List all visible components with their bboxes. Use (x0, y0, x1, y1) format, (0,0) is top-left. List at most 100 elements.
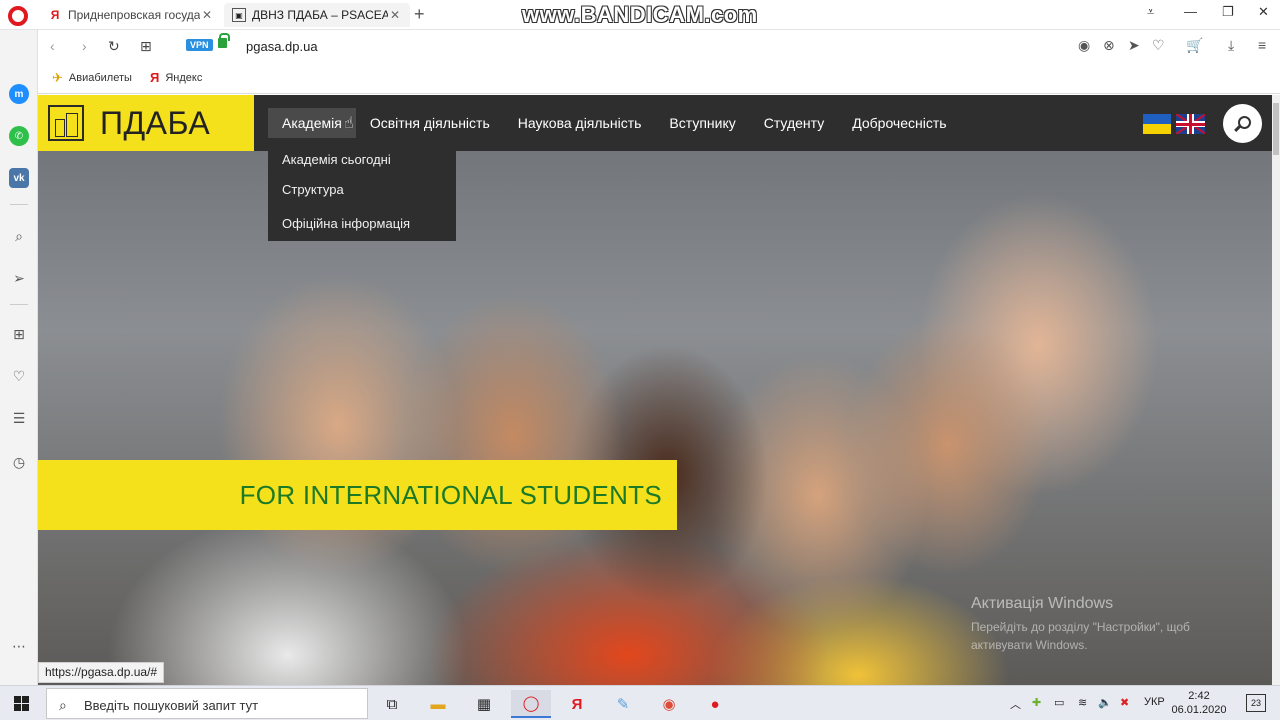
search-placeholder: Введіть пошуковий запит тут (84, 698, 259, 713)
task-view-icon[interactable]: ⧉ (372, 690, 412, 718)
wifi-icon[interactable]: ≋ (1078, 696, 1087, 709)
taskbar-search-input[interactable]: ⌕ Введіть пошуковий запит тут (46, 688, 368, 719)
cart-icon[interactable]: 🛒 (1186, 37, 1203, 54)
forward-icon[interactable]: › (82, 38, 87, 54)
windows-activation-title: Активація Windows (971, 595, 1114, 612)
sidebar-divider (10, 304, 28, 305)
bookmark-label: Яндекс (165, 71, 203, 84)
page-scrollbar[interactable] (1272, 95, 1280, 685)
uk-flag-icon[interactable] (1176, 114, 1205, 134)
send-icon[interactable]: ➢ (9, 268, 29, 288)
vpn-badge[interactable]: VPN (186, 39, 213, 51)
menu-item-studentu[interactable]: Студенту (750, 108, 838, 138)
store-icon[interactable]: ▦ (464, 690, 504, 718)
windows-start-icon[interactable] (14, 696, 30, 712)
close-tab-icon[interactable]: ✕ (200, 8, 214, 22)
banner-text: FOR INTERNATIONAL STUDENTS (239, 480, 662, 510)
search-icon[interactable]: ⌕ (9, 226, 29, 246)
tab-pdaba[interactable]: ▣ ДВНЗ ПДАБА – PSACEA ✕ (224, 3, 410, 27)
clock-date: 06.01.2020 (1171, 704, 1227, 716)
opera-sidebar: m ✆ vk ⌕ ➢ ⊞ ♡ ☰ ◷ ⋯ (0, 30, 38, 685)
notification-center-icon[interactable]: 23 (1246, 694, 1266, 712)
site-search-button[interactable] (1223, 104, 1262, 143)
more-icon[interactable]: ⋯ (9, 636, 29, 656)
international-students-banner[interactable]: FOR INTERNATIONAL STUDENTS (38, 460, 677, 530)
menu-icon[interactable]: ≡ (1258, 37, 1266, 53)
bookmark-label: Авиабилеты (68, 72, 132, 84)
address-bar: ‹ › ↻ ⊞ VPN pgasa.dp.ua ◉ ⊗ ➤ ♡ 🛒 ⤓ ≡ (38, 30, 1280, 62)
bookmarks-bar: ✈ Авиабилеты Я Яндекс (38, 62, 1280, 94)
tab-menu-icon[interactable]: ⩡ (1147, 4, 1154, 20)
send-icon[interactable]: ➤ (1128, 37, 1140, 54)
main-menu: Академія Освітня діяльність Наукова діял… (268, 95, 961, 151)
tab-title: Приднепровская государ (68, 8, 200, 22)
scrollbar-thumb[interactable] (1273, 103, 1279, 155)
camera-icon[interactable]: ◉ (1078, 37, 1090, 54)
dropdown-item-sohodni[interactable]: Академія сьогодні (268, 151, 456, 173)
hand-cursor-icon: ☝ (344, 115, 354, 132)
speed-dial-icon[interactable]: ⊞ (9, 324, 29, 344)
windows-taskbar: ⌕ Введіть пошуковий запит тут ⧉ ▬ ▦ ◯ Я … (0, 685, 1280, 720)
yandex-icon: Я (150, 70, 160, 85)
logo-building-icon (48, 105, 84, 141)
close-window-icon[interactable]: ✕ (1258, 4, 1269, 20)
bookmark-aviabilety[interactable]: ✈ Авиабилеты (52, 70, 132, 86)
menu-item-osvitnya[interactable]: Освітня діяльність (356, 108, 504, 138)
language-indicator[interactable]: УКР (1144, 696, 1165, 708)
yandex-icon: Я (50, 8, 60, 22)
yandex-browser-icon[interactable]: Я (557, 690, 597, 718)
download-icon[interactable]: ⤓ (1228, 37, 1234, 54)
adblock-icon[interactable]: ⊗ (1103, 37, 1115, 54)
ukraine-flag-icon[interactable] (1143, 114, 1171, 134)
taskbar-clock[interactable]: 2:42 06.01.2020 (1170, 689, 1228, 717)
menu-item-dobrochesnist[interactable]: Доброчесність (838, 108, 960, 138)
back-icon[interactable]: ‹ (50, 38, 55, 54)
dropdown-item-ofitsiyna[interactable]: Офіційна інформація (268, 207, 456, 241)
tray-app-icon[interactable]: ✚ (1032, 696, 1041, 709)
tab-pridneprovskaya[interactable]: Я Приднепровская государ ✕ (40, 3, 222, 27)
search-icon: ⌕ (59, 697, 67, 713)
minimize-icon[interactable]: — (1184, 4, 1197, 19)
dropdown-item-struktura[interactable]: Структура (268, 173, 456, 207)
file-explorer-icon[interactable]: ▬ (418, 690, 458, 718)
heart-icon[interactable]: ♡ (9, 366, 29, 386)
close-tab-icon[interactable]: ✕ (388, 8, 402, 22)
link-status-bar: https://pgasa.dp.ua/# (38, 662, 165, 683)
logo-text: ПДАБА (100, 104, 211, 141)
bandicam-icon[interactable]: ● (695, 690, 735, 718)
restore-icon[interactable]: ❐ (1222, 4, 1234, 20)
news-icon[interactable]: ☰ (9, 408, 29, 428)
vk-icon[interactable]: vk (9, 168, 29, 188)
web-page: ПДАБА Академія Освітня діяльність Науков… (38, 95, 1272, 685)
url-field[interactable]: pgasa.dp.ua (246, 39, 318, 54)
browser-tab-strip: Я Приднепровская государ ✕ ▣ ДВНЗ ПДАБА … (0, 0, 1280, 30)
lock-icon[interactable] (218, 33, 230, 48)
tray-expand-icon[interactable]: ︿ (1010, 696, 1021, 712)
bandicam-watermark: www.BANDICAM.com (522, 2, 758, 27)
new-tab-button[interactable]: + (414, 4, 425, 25)
speed-dial-icon[interactable]: ⊞ (140, 38, 152, 55)
battery-icon[interactable]: ▭ (1054, 696, 1064, 709)
site-logo[interactable]: ПДАБА (38, 95, 254, 151)
site-favicon-icon: ▣ (232, 8, 246, 22)
tab-title: ДВНЗ ПДАБА – PSACEA (252, 8, 388, 22)
windows-activation-text: Перейдіть до розділу "Настройки", щоб ак… (971, 620, 1190, 652)
airplane-icon: ✈ (52, 70, 63, 85)
bookmark-yandex[interactable]: Я Яндекс (150, 70, 202, 85)
paint-icon[interactable]: ✎ (603, 690, 643, 718)
whatsapp-icon[interactable]: ✆ (9, 126, 29, 146)
opera-taskbar-icon[interactable]: ◯ (511, 690, 551, 718)
menu-item-vstupnyku[interactable]: Вступнику (655, 108, 749, 138)
messenger-icon[interactable]: m (9, 84, 29, 104)
sidebar-divider (10, 204, 28, 205)
menu-item-akademiya[interactable]: Академія (268, 108, 356, 138)
clock-time: 2:42 (1188, 690, 1210, 702)
menu-item-naukova[interactable]: Наукова діяльність (504, 108, 656, 138)
volume-icon[interactable]: 🔈 (1098, 696, 1112, 709)
history-icon[interactable]: ◷ (9, 452, 29, 472)
reload-icon[interactable]: ↻ (108, 38, 120, 55)
antivirus-icon[interactable]: ✖ (1120, 696, 1129, 709)
chrome-icon[interactable]: ◉ (649, 690, 689, 718)
opera-logo-icon[interactable] (8, 6, 28, 26)
heart-icon[interactable]: ♡ (1152, 37, 1165, 54)
